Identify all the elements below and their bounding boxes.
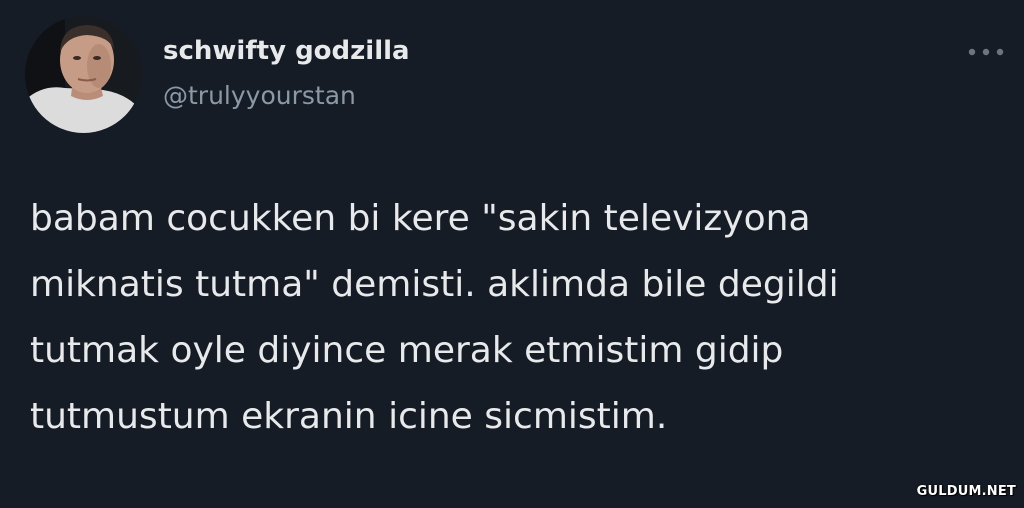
avatar[interactable] (25, 16, 142, 133)
tweet-card: schwifty godzilla @trulyyourstan babam c… (0, 0, 1024, 508)
more-options-button[interactable] (966, 40, 1006, 64)
display-name[interactable]: schwifty godzilla (163, 35, 410, 67)
tweet-text-line: babam cocukken bi kere "sakin televizyon… (30, 198, 811, 239)
tweet-text-line: tutmustum ekranin icine sicmistim. (30, 396, 668, 437)
tweet-text-line: tutmak oyle diyince merak etmistim gidip (30, 330, 784, 371)
tweet-text-line: miknatis tutma" demisti. aklimda bile de… (30, 264, 839, 305)
user-handle[interactable]: @trulyyourstan (163, 80, 356, 112)
avatar-photo (25, 16, 142, 133)
site-watermark: GULDUM.NET (916, 484, 1016, 499)
more-horizontal-icon (968, 48, 1004, 56)
tweet-text: babam cocukken bi kere "sakin televizyon… (30, 186, 1000, 450)
